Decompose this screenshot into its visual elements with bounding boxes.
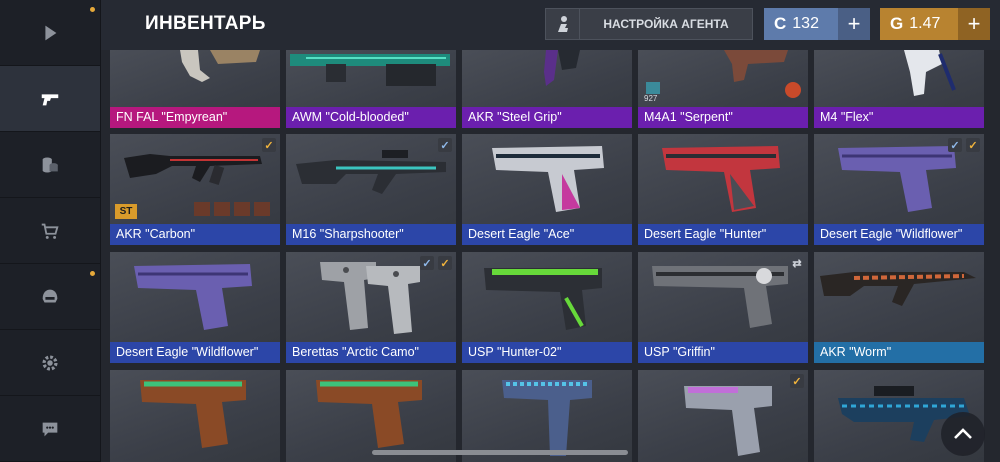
weapon-image bbox=[180, 50, 260, 82]
silver-coin-icon: C bbox=[774, 14, 787, 33]
inventory-item[interactable] bbox=[462, 370, 632, 462]
sidebar-item-coins[interactable] bbox=[0, 132, 100, 198]
equipped-check-icon: ✓ bbox=[790, 374, 804, 388]
equipped-check-icon: ✓ bbox=[438, 138, 452, 152]
add-gold-button[interactable]: + bbox=[958, 8, 990, 40]
silver-balance: 132 bbox=[792, 15, 819, 32]
home-indicator[interactable] bbox=[372, 450, 628, 455]
play-icon bbox=[45, 25, 57, 40]
cart-icon bbox=[41, 223, 59, 239]
agent-settings-button[interactable]: НАСТРОЙКА АГЕНТА bbox=[545, 8, 753, 40]
inventory-item[interactable]: ✓ ST AKR "Carbon" bbox=[110, 134, 280, 245]
weapon-image bbox=[140, 380, 246, 448]
item-name: Desert Eagle "Hunter" bbox=[638, 224, 808, 245]
inventory-item[interactable]: Desert Eagle "Hunter" bbox=[638, 134, 808, 245]
inventory-item[interactable]: USP "Hunter-02" bbox=[462, 252, 632, 363]
scroll-to-top-button[interactable] bbox=[941, 412, 985, 456]
notification-dot bbox=[90, 7, 95, 12]
favorite-check-icon: ✓ bbox=[420, 256, 434, 270]
header: ИНВЕНТАРЬ НАСТРОЙКА АГЕНТА C 132 + G 1.4… bbox=[101, 0, 1000, 50]
equipped-check-icon: ✓ bbox=[262, 138, 276, 152]
inventory-item[interactable]: AWM "Cold-blooded" bbox=[286, 50, 456, 128]
weapon-image bbox=[290, 54, 450, 86]
sticker-icon bbox=[234, 202, 250, 216]
sidebar-item-agents[interactable] bbox=[0, 264, 100, 330]
gear-icon bbox=[42, 354, 58, 371]
item-name: Berettas "Arctic Camo" bbox=[286, 342, 456, 363]
weapon-image bbox=[684, 386, 772, 456]
inventory-item[interactable]: ✓ bbox=[638, 370, 808, 462]
item-counter: 927 bbox=[644, 94, 658, 103]
inventory-grid: FN FAL "Empyrean" AWM "Cold-blooded" AKR… bbox=[101, 50, 1000, 462]
stattrack-badge: ST bbox=[115, 204, 137, 219]
inventory-item[interactable]: AKR "Worm" bbox=[814, 252, 984, 363]
notification-dot bbox=[90, 271, 95, 276]
sidebar-item-settings[interactable] bbox=[0, 330, 100, 396]
weapon-image bbox=[492, 146, 604, 212]
weapon-image bbox=[904, 50, 956, 96]
item-name: USP "Griffin" bbox=[638, 342, 808, 363]
weapon-image bbox=[646, 50, 801, 98]
silver-currency: C 132 + bbox=[764, 8, 870, 40]
helmet-icon bbox=[42, 289, 58, 302]
inventory-item[interactable]: ✓ ✓ Berettas "Arctic Camo" bbox=[286, 252, 456, 363]
item-name: FN FAL "Empyrean" bbox=[110, 107, 280, 128]
shuffle-icon: ⇄ bbox=[792, 257, 802, 270]
weapon-image bbox=[544, 50, 580, 86]
item-name: M16 "Sharpshooter" bbox=[286, 224, 456, 245]
item-name: AKR "Worm" bbox=[814, 342, 984, 363]
weapon-image bbox=[662, 146, 780, 212]
item-name: Desert Eagle "Wildflower" bbox=[110, 342, 280, 363]
inventory-item[interactable]: ⇄ USP "Griffin" bbox=[638, 252, 808, 363]
weapon-image bbox=[316, 380, 422, 448]
item-name: AKR "Carbon" bbox=[110, 224, 280, 245]
coins-icon bbox=[42, 156, 58, 173]
item-name: USP "Hunter-02" bbox=[462, 342, 632, 363]
sticker-icon bbox=[194, 202, 210, 216]
gold-coin-icon: G bbox=[890, 14, 904, 33]
weapon-image bbox=[134, 264, 252, 330]
inventory-item[interactable]: AKR "Steel Grip" bbox=[462, 50, 632, 128]
item-name: AWM "Cold-blooded" bbox=[286, 107, 456, 128]
equipped-check-icon: ✓ bbox=[966, 138, 980, 152]
item-name: AKR "Steel Grip" bbox=[462, 107, 632, 128]
sticker-icon bbox=[254, 202, 270, 216]
inventory-item[interactable]: ✓ ✓ Desert Eagle "Wildflower" bbox=[814, 134, 984, 245]
gold-balance: 1.47 bbox=[909, 15, 941, 32]
inventory-item[interactable]: Desert Eagle "Ace" bbox=[462, 134, 632, 245]
favorite-check-icon: ✓ bbox=[948, 138, 962, 152]
weapon-image bbox=[820, 272, 976, 306]
item-name: M4A1 "Serpent" bbox=[638, 107, 808, 128]
sidebar-item-inventory[interactable] bbox=[0, 66, 100, 132]
inventory-item[interactable]: Desert Eagle "Wildflower" bbox=[110, 252, 280, 363]
sticker-icon bbox=[214, 202, 230, 216]
sidebar bbox=[0, 0, 101, 462]
inventory-item[interactable] bbox=[110, 370, 280, 462]
add-silver-button[interactable]: + bbox=[838, 8, 870, 40]
item-name: M4 "Flex" bbox=[814, 107, 984, 128]
equipped-check-icon: ✓ bbox=[438, 256, 452, 270]
item-name: Desert Eagle "Ace" bbox=[462, 224, 632, 245]
sidebar-item-chat[interactable] bbox=[0, 396, 100, 462]
app-window: ИНВЕНТАРЬ НАСТРОЙКА АГЕНТА C 132 + G 1.4… bbox=[0, 0, 1000, 462]
inventory-item[interactable]: 927 M4A1 "Serpent" bbox=[638, 50, 808, 128]
item-name: Desert Eagle "Wildflower" bbox=[814, 224, 984, 245]
agent-icon bbox=[546, 9, 580, 39]
sidebar-item-play[interactable] bbox=[0, 0, 100, 66]
chat-icon bbox=[42, 422, 58, 436]
page-title: ИНВЕНТАРЬ bbox=[145, 13, 266, 34]
agent-settings-label: НАСТРОЙКА АГЕНТА bbox=[603, 17, 729, 31]
inventory-item[interactable] bbox=[286, 370, 456, 462]
gold-currency: G 1.47 + bbox=[880, 8, 990, 40]
weapon-image bbox=[484, 268, 602, 330]
inventory-item[interactable]: ✓ M16 "Sharpshooter" bbox=[286, 134, 456, 245]
pistol-icon bbox=[41, 93, 59, 105]
weapon-image bbox=[296, 150, 446, 194]
weapon-image bbox=[652, 266, 788, 328]
weapon-image bbox=[502, 380, 592, 456]
inventory-item[interactable]: M4 "Flex" bbox=[814, 50, 984, 128]
sidebar-item-shop[interactable] bbox=[0, 198, 100, 264]
chevron-up-icon bbox=[954, 428, 972, 439]
inventory-item[interactable]: FN FAL "Empyrean" bbox=[110, 50, 280, 128]
